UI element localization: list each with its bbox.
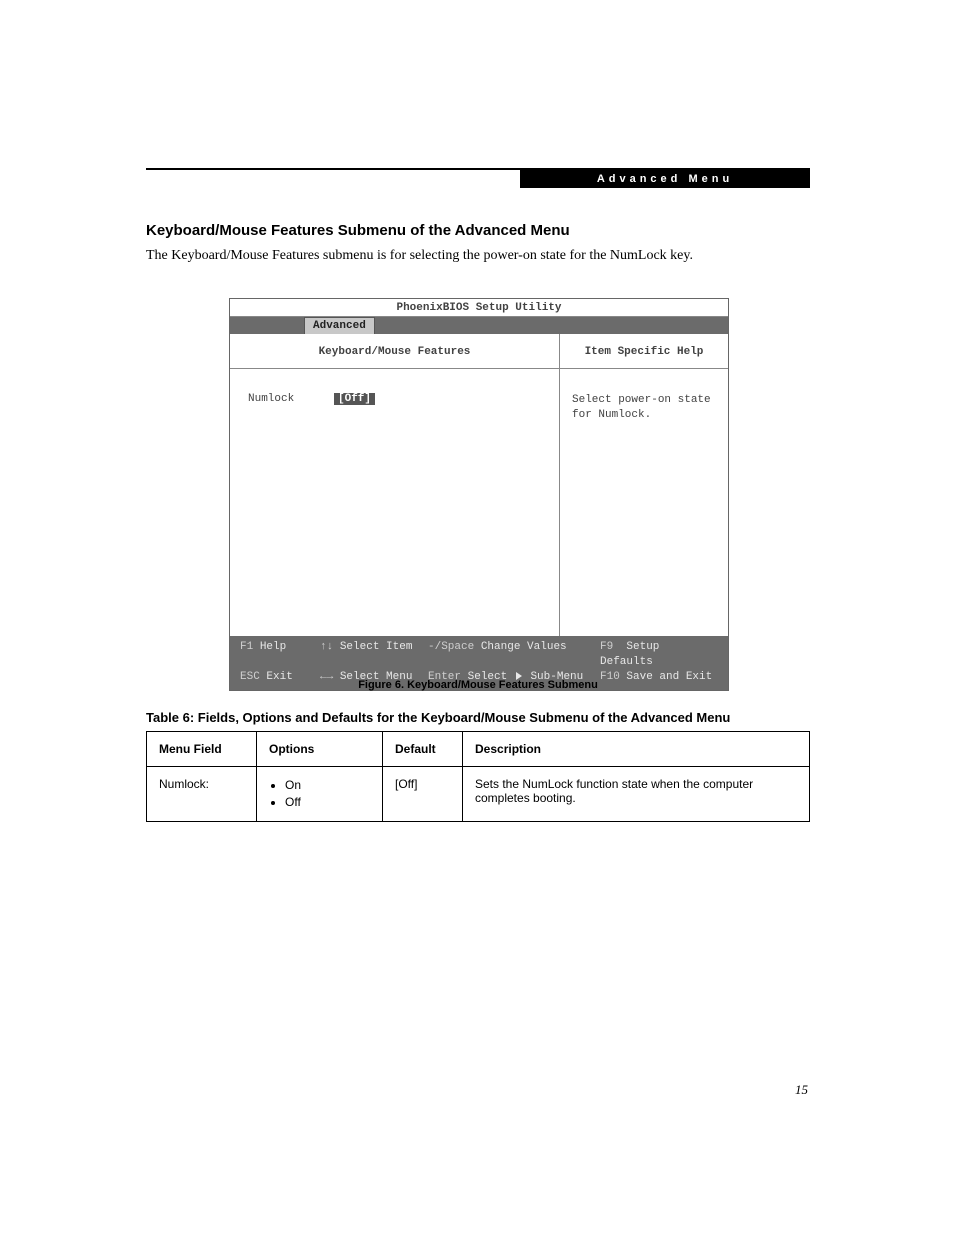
bios-tab-advanced: Advanced: [304, 317, 375, 334]
bios-panel-title: Keyboard/Mouse Features: [230, 334, 559, 369]
section-title: Keyboard/Mouse Features Submenu of the A…: [146, 222, 570, 239]
bios-key-updown: ↑↓: [320, 641, 333, 653]
th-description: Description: [463, 732, 810, 767]
bios-key-f9: F9: [600, 641, 613, 653]
td-options: On Off: [257, 767, 383, 822]
figure-caption: Figure 6. Keyboard/Mouse Features Submen…: [146, 679, 810, 691]
bios-screenshot: PhoenixBIOS Setup Utility Advanced Keybo…: [229, 298, 729, 691]
header-bar: Advanced Menu: [520, 170, 810, 188]
bios-field-row: Numlock [Off]: [248, 393, 541, 405]
bios-key-space: -/Space: [428, 641, 474, 653]
th-menu-field: Menu Field: [147, 732, 257, 767]
table-header-row: Menu Field Options Default Description: [147, 732, 810, 767]
td-default: [Off]: [383, 767, 463, 822]
opt-item: On: [285, 777, 370, 794]
bios-key-updown-label: Select Item: [340, 641, 413, 653]
opt-item: Off: [285, 794, 370, 811]
bios-key-f1: F1: [240, 641, 253, 653]
bios-key-space-label: Change Values: [481, 641, 567, 653]
bios-key-f1-label: Help: [260, 641, 286, 653]
bios-field-label: Numlock: [248, 393, 334, 405]
td-description: Sets the NumLock function state when the…: [463, 767, 810, 822]
page-number: 15: [795, 1082, 808, 1098]
th-options: Options: [257, 732, 383, 767]
table-title: Table 6: Fields, Options and Defaults fo…: [146, 710, 810, 725]
table-row: Numlock: On Off [Off] Sets the NumLock f…: [147, 767, 810, 822]
bios-help-title: Item Specific Help: [560, 334, 728, 369]
bios-field-value: [Off]: [334, 393, 375, 405]
td-menu-field: Numlock:: [147, 767, 257, 822]
fields-table: Menu Field Options Default Description N…: [146, 731, 810, 822]
bios-title: PhoenixBIOS Setup Utility: [230, 299, 728, 317]
th-default: Default: [383, 732, 463, 767]
bios-tabs: Advanced: [230, 317, 728, 334]
bios-help-text: Select power-on state for Numlock.: [560, 369, 728, 448]
section-desc: The Keyboard/Mouse Features submenu is f…: [146, 248, 693, 264]
